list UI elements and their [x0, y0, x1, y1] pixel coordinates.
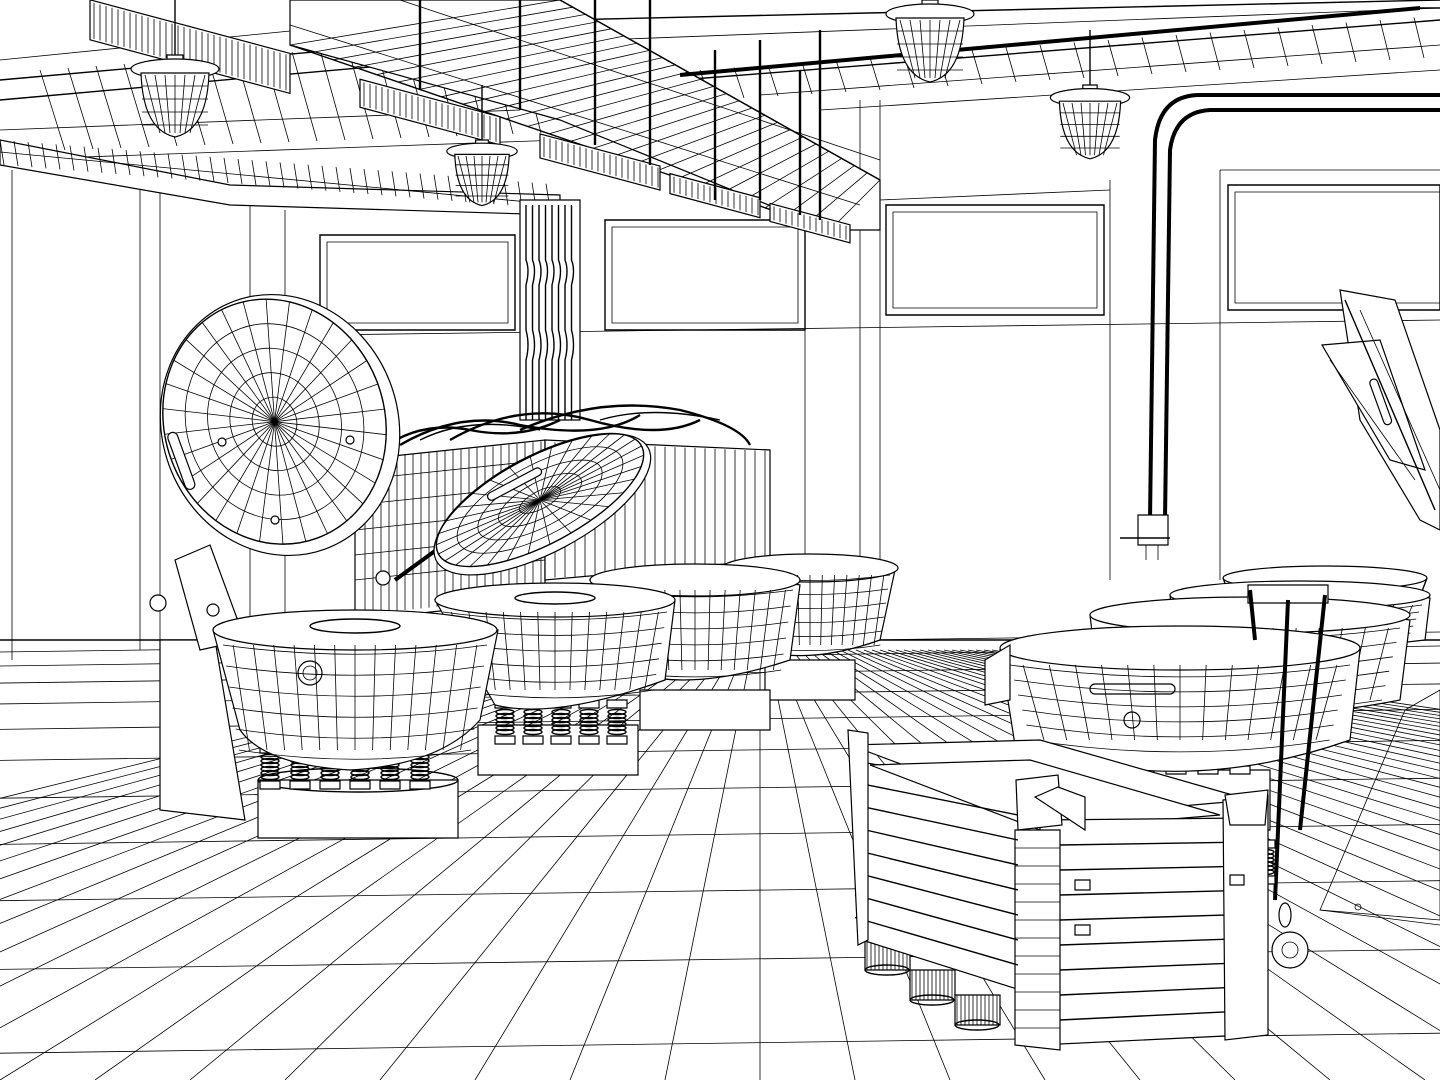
cable-riser — [520, 200, 580, 420]
factory-wireframe-scene — [0, 0, 1440, 1080]
bowl-8-lid-open — [1322, 290, 1440, 530]
pendant-lamp-2 — [886, 0, 974, 82]
